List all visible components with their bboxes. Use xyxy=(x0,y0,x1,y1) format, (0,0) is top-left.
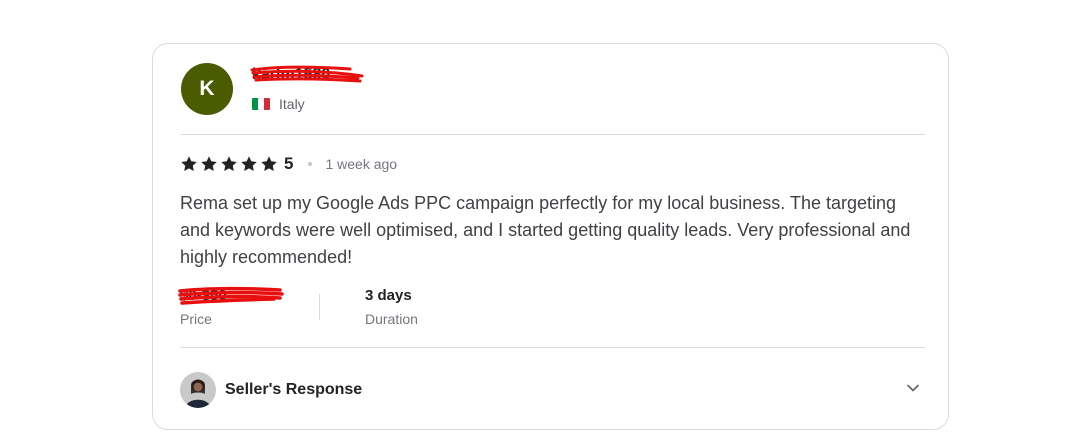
seller-avatar xyxy=(180,372,216,408)
price-value: $0-$50 xyxy=(180,287,227,304)
seller-response-title: Seller's Response xyxy=(225,381,363,398)
seller-avatar-image xyxy=(180,372,216,408)
rating-row: 5 1 week ago xyxy=(180,153,397,175)
meta-separator xyxy=(319,294,320,320)
rating-value: 5 xyxy=(284,154,294,173)
italy-flag-icon xyxy=(252,98,270,110)
reviewer-country: Italy xyxy=(252,96,305,112)
duration-block: 3 days Duration xyxy=(365,287,418,327)
price-block: $0-$50 Price xyxy=(180,287,227,327)
star-icon xyxy=(261,156,277,172)
star-rating xyxy=(180,155,278,173)
reviewer-avatar-letter: K xyxy=(199,77,215,100)
header-divider xyxy=(180,134,925,135)
country-name: Italy xyxy=(279,96,305,112)
footer-divider xyxy=(180,347,925,348)
review-time-ago: 1 week ago xyxy=(325,156,398,172)
price-label: Price xyxy=(180,311,212,327)
duration-label: Duration xyxy=(365,311,418,327)
star-icon xyxy=(181,156,197,172)
review-text: Rema set up my Google Ads PPC campaign p… xyxy=(180,193,911,267)
star-icon xyxy=(221,156,237,172)
review-card: K karlm1580 Italy 5 1 week ago Rema set … xyxy=(152,43,949,430)
reviewer-avatar[interactable]: K xyxy=(181,63,233,115)
chevron-down-icon[interactable] xyxy=(905,380,921,396)
star-icon xyxy=(241,156,257,172)
reviewer-username[interactable]: karlm1580 xyxy=(252,66,330,84)
duration-value: 3 days xyxy=(365,287,412,304)
separator-dot xyxy=(308,162,313,166)
star-icon xyxy=(201,156,217,172)
seller-response-toggle[interactable]: Seller's Response xyxy=(180,372,925,408)
